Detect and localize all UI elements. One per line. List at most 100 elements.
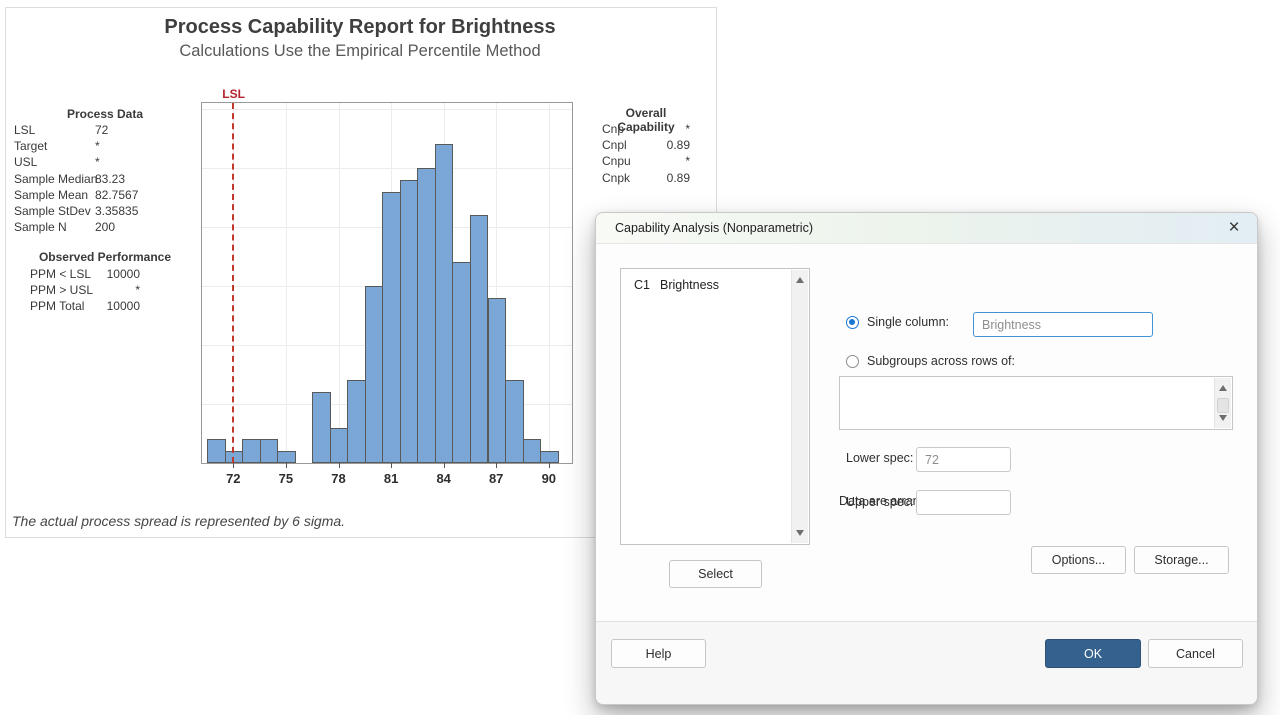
x-tick-mark (549, 463, 550, 468)
stat-row: USL * (14, 154, 164, 170)
listbox-scrollbar[interactable] (791, 270, 808, 543)
stat-value: * (95, 138, 100, 154)
x-tick-label: 90 (542, 471, 556, 486)
help-button[interactable]: Help (611, 639, 706, 668)
select-button[interactable]: Select (669, 560, 762, 588)
report-footnote: The actual process spread is represented… (12, 513, 345, 529)
histogram-bar (347, 380, 366, 463)
stat-value: 72 (95, 122, 108, 138)
column-name: Brightness (660, 278, 719, 292)
subgroups-label: Subgroups across rows of: (867, 354, 1015, 368)
cancel-button[interactable]: Cancel (1148, 639, 1243, 668)
options-button[interactable]: Options... (1031, 546, 1126, 574)
upper-spec-input[interactable] (916, 490, 1011, 515)
scroll-down-icon[interactable] (796, 530, 804, 536)
stat-label: Cnp (602, 122, 624, 136)
stat-value: * (685, 153, 690, 169)
scroll-up-icon[interactable] (796, 277, 804, 283)
columns-listbox[interactable]: C1 Brightness (620, 268, 810, 545)
histogram-bar (365, 286, 384, 463)
stat-row: Cnpl 0.89 (602, 137, 690, 153)
stat-row: PPM > USL * (30, 282, 140, 298)
single-column-input[interactable] (973, 312, 1153, 337)
stat-row: Cnpu * (602, 153, 690, 169)
stat-label: LSL (14, 123, 35, 137)
stat-value: 0.89 (667, 170, 690, 186)
dialog-titlebar[interactable]: Capability Analysis (Nonparametric) × (596, 213, 1257, 244)
process-data-title: Process Data (30, 107, 180, 121)
stat-label: PPM > USL (30, 283, 93, 297)
stat-row: Sample Median83.23 (14, 171, 164, 187)
stat-label: Cnpl (602, 138, 627, 152)
x-tick-label: 81 (384, 471, 398, 486)
stat-value: * (685, 121, 690, 137)
stat-label: Cnpk (602, 171, 630, 185)
stat-value: 0.89 (667, 137, 690, 153)
stat-row: Cnpk 0.89 (602, 170, 690, 186)
x-tick-mark (233, 463, 234, 468)
single-column-radio[interactable] (846, 316, 859, 329)
observed-performance-table: PPM < LSL10000PPM > USL*PPM Total10000 (30, 266, 140, 315)
lsl-line (232, 103, 234, 463)
x-gridline (549, 103, 550, 463)
stat-label: Sample StDev (14, 204, 91, 218)
screen: Process Capability Report for Brightness… (0, 0, 1280, 715)
stat-row: Sample N200 (14, 219, 164, 235)
column-list-item[interactable]: C1 Brightness (634, 278, 719, 292)
stat-value: 200 (95, 219, 115, 235)
scroll-down-icon[interactable] (1219, 415, 1227, 421)
upper-spec-label: Upper spec: (846, 495, 913, 509)
x-tick-label: 87 (489, 471, 503, 486)
histogram-bar (242, 439, 261, 463)
scroll-up-icon[interactable] (1219, 385, 1227, 391)
column-id: C1 (634, 278, 650, 292)
report-subtitle: Calculations Use the Empirical Percentil… (5, 42, 715, 61)
x-tick-label: 72 (226, 471, 240, 486)
stat-value: * (135, 282, 140, 298)
stat-value: 10000 (107, 298, 140, 314)
subgroups-radio[interactable] (846, 355, 859, 368)
stat-label: Cnpu (602, 154, 631, 168)
histogram-bar (260, 439, 279, 463)
histogram-bar (330, 428, 349, 463)
single-column-radio-row: Single column: (846, 315, 949, 329)
x-gridline (286, 103, 287, 463)
stat-label: Target (14, 139, 47, 153)
report-title: Process Capability Report for Brightness (5, 16, 715, 39)
x-tick-mark (339, 463, 340, 468)
subgroups-textarea[interactable] (839, 376, 1233, 430)
x-tick-label: 78 (331, 471, 345, 486)
scrollbar-thumb[interactable] (1217, 398, 1229, 413)
stat-value: 3.35835 (95, 203, 138, 219)
stat-row: PPM Total10000 (30, 298, 140, 314)
close-icon[interactable]: × (1223, 215, 1245, 241)
stat-row: Sample StDev 3.35835 (14, 203, 164, 219)
histogram-bar (417, 168, 436, 463)
stat-row: Sample Mean 82.7567 (14, 187, 164, 203)
lower-spec-label: Lower spec: (846, 451, 913, 465)
capability-analysis-dialog: Capability Analysis (Nonparametric) × C1… (595, 212, 1258, 705)
histogram-bar (207, 439, 226, 463)
textarea-scrollbar[interactable] (1214, 378, 1231, 428)
stat-row: Cnp * (602, 121, 690, 137)
lower-spec-input[interactable] (916, 447, 1011, 472)
histogram-bar (382, 192, 401, 463)
stat-label: Sample Median (14, 172, 97, 186)
stat-value: * (95, 154, 100, 170)
dialog-footer: Help OK Cancel (596, 621, 1257, 704)
stat-value: 82.7567 (95, 187, 138, 203)
histogram-plot: LSL 72757881848790 (201, 102, 573, 464)
stat-row: LSL 72 (14, 122, 164, 138)
histogram-bar (523, 439, 542, 463)
x-gridline (339, 103, 340, 463)
dialog-title: Capability Analysis (Nonparametric) (615, 213, 813, 243)
ok-button[interactable]: OK (1045, 639, 1141, 668)
y-gridline (202, 168, 572, 169)
histogram-bar (470, 215, 489, 463)
storage-button[interactable]: Storage... (1134, 546, 1229, 574)
histogram-bar (488, 298, 507, 463)
stat-label: USL (14, 155, 37, 169)
stat-label: Sample Mean (14, 188, 88, 202)
histogram-bar (400, 180, 419, 463)
x-tick-label: 75 (279, 471, 293, 486)
